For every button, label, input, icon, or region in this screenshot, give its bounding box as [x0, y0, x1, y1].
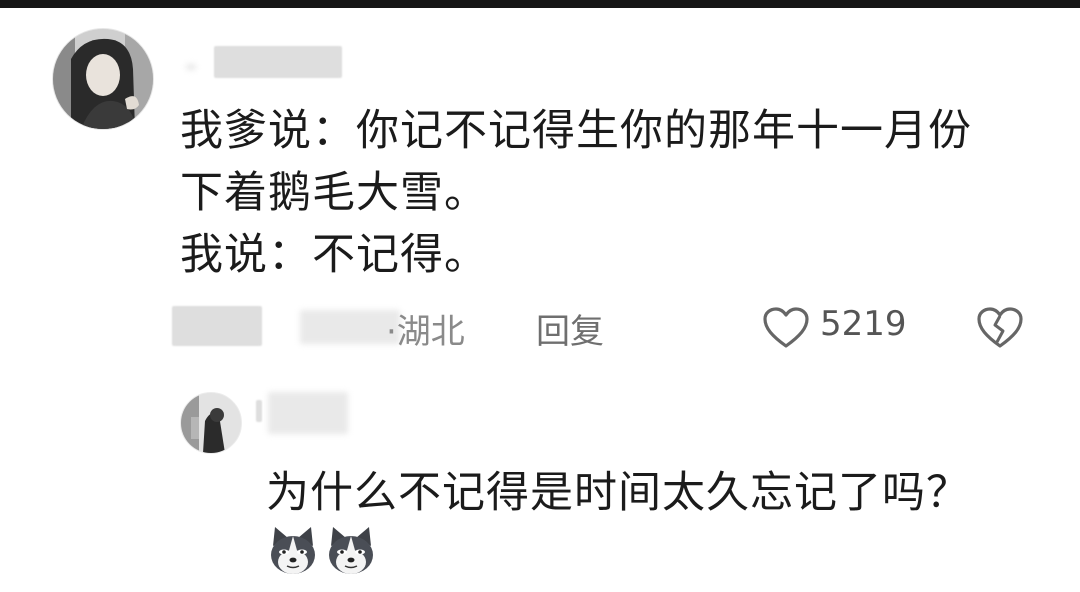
username-redacted-mark [186, 64, 196, 70]
reply-body: 为什么不记得是时间太久忘记了吗？ [266, 468, 970, 518]
husky-emoji-icon [329, 527, 373, 574]
reply-username-redacted[interactable] [268, 392, 348, 434]
meta-redacted [300, 310, 400, 344]
comment-line: 我爹说：你记不记得生你的那年十一月份 [180, 106, 972, 156]
avatar-photo [181, 393, 241, 453]
husky-emoji [324, 524, 378, 578]
commenter-avatar[interactable] [52, 28, 154, 130]
comment-line: 下着鹅毛大雪。 [180, 168, 488, 218]
like-count: 5219 [820, 304, 907, 344]
husky-emoji [266, 524, 320, 578]
avatar-photo [53, 29, 153, 129]
timestamp-redacted [172, 306, 262, 346]
comment-location: ·湖北 [386, 312, 465, 352]
dislike-button[interactable] [976, 306, 1024, 350]
comment-line: 我说：不记得。 [180, 230, 488, 280]
reply-username-redacted-mark [256, 400, 262, 422]
broken-heart-icon [977, 307, 1023, 348]
like-button[interactable] [762, 306, 810, 350]
heart-outline-icon [763, 307, 809, 348]
comment-body: 我爹说：你记不记得生你的那年十一月份 下着鹅毛大雪。 我说：不记得。 [180, 100, 1040, 286]
reply-button[interactable]: 回复 [536, 304, 604, 353]
top-status-strip [0, 0, 1080, 8]
username-redacted[interactable] [214, 46, 342, 78]
husky-emoji-icon [271, 527, 315, 574]
replier-avatar[interactable] [180, 392, 242, 454]
